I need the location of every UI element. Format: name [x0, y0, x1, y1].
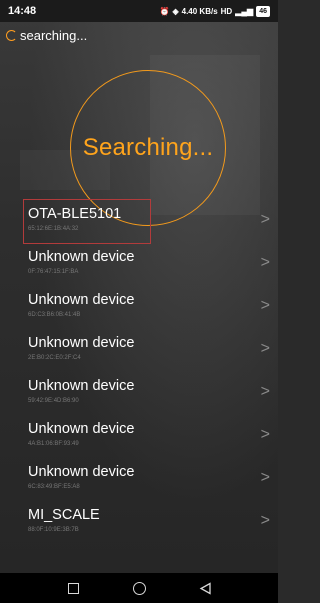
chevron-right-icon: > — [260, 296, 270, 314]
chevron-right-icon: > — [260, 339, 270, 357]
home-button[interactable] — [128, 577, 150, 599]
chevron-right-icon: > — [260, 511, 270, 529]
device-item-mi-scale[interactable]: MI_SCALE 88:0F:10:9E:3B:7B > — [0, 499, 278, 542]
scan-status-header: searching... — [6, 28, 87, 43]
back-button[interactable] — [194, 577, 216, 599]
status-bar: 14:48 ⏰ ◈ 4.40 KB/s HD ▂▄▆ 46 — [0, 0, 278, 22]
vibrate-icon: ◈ — [172, 6, 179, 16]
alarm-icon: ⏰ — [159, 6, 170, 16]
device-item-ota-ble5101[interactable]: OTA-BLE5101 65:12:6E:1B:4A:32 > — [0, 198, 278, 241]
device-name: Unknown device — [28, 291, 135, 308]
device-item-unknown[interactable]: Unknown device 4A:B1:06:BF:93:49 > — [0, 413, 278, 456]
hd-icon: HD — [220, 6, 233, 16]
status-icons: ⏰ ◈ 4.40 KB/s HD ▂▄▆ 46 — [159, 5, 270, 17]
device-mac: 59:42:9E:4D:B6:90 — [28, 397, 79, 404]
device-mac: 65:12:6E:1B:4A:32 — [28, 225, 79, 232]
circle-icon — [132, 581, 146, 595]
device-item-unknown[interactable]: Unknown device 6D:C3:B6:0B:41:4B > — [0, 284, 278, 327]
device-list: OTA-BLE5101 65:12:6E:1B:4A:32 > Unknown … — [0, 198, 278, 542]
device-mac: 6D:C3:B6:0B:41:4B — [28, 311, 81, 318]
scan-label: Searching... — [82, 134, 214, 161]
device-item-unknown[interactable]: Unknown device 6C:83:49:BF:E5:A8 > — [0, 456, 278, 499]
device-mac: 4A:B1:06:BF:93:49 — [28, 440, 79, 447]
device-name: Unknown device — [28, 248, 135, 265]
device-mac: 0F:76:47:15:1F:BA — [28, 268, 79, 275]
chevron-right-icon: > — [260, 253, 270, 271]
square-icon — [67, 582, 79, 594]
device-item-unknown[interactable]: Unknown device 0F:76:47:15:1F:BA > — [0, 241, 278, 284]
chevron-right-icon: > — [260, 468, 270, 486]
device-mac: 2E:B0:2C:E0:2F:C4 — [28, 354, 81, 361]
navigation-bar — [0, 573, 278, 603]
back-triangle-icon — [199, 581, 211, 595]
device-item-unknown[interactable]: Unknown device 2E:B0:2C:E0:2F:C4 > — [0, 327, 278, 370]
device-name: Unknown device — [28, 463, 135, 480]
device-item-unknown[interactable]: Unknown device 59:42:9E:4D:B6:90 > — [0, 370, 278, 413]
chevron-right-icon: > — [260, 425, 270, 443]
scan-status-text: searching... — [20, 28, 88, 43]
device-mac: 6C:83:49:BF:E5:A8 — [28, 483, 80, 490]
signal-icon: ▂▄▆ — [235, 6, 254, 16]
spinner-icon — [6, 30, 17, 41]
chevron-right-icon: > — [260, 210, 270, 228]
status-time: 14:48 — [8, 5, 37, 17]
speed-icon: 4.40 KB/s — [181, 6, 218, 16]
device-name: Unknown device — [28, 334, 135, 351]
recents-button[interactable] — [62, 577, 84, 599]
chevron-right-icon: > — [260, 382, 270, 400]
device-mac: 88:0F:10:9E:3B:7B — [28, 526, 79, 533]
device-name: MI_SCALE — [28, 506, 100, 523]
device-name: Unknown device — [28, 420, 135, 437]
device-name: Unknown device — [28, 377, 135, 394]
battery-icon: 46 — [256, 5, 270, 17]
device-name: OTA-BLE5101 — [28, 205, 122, 222]
